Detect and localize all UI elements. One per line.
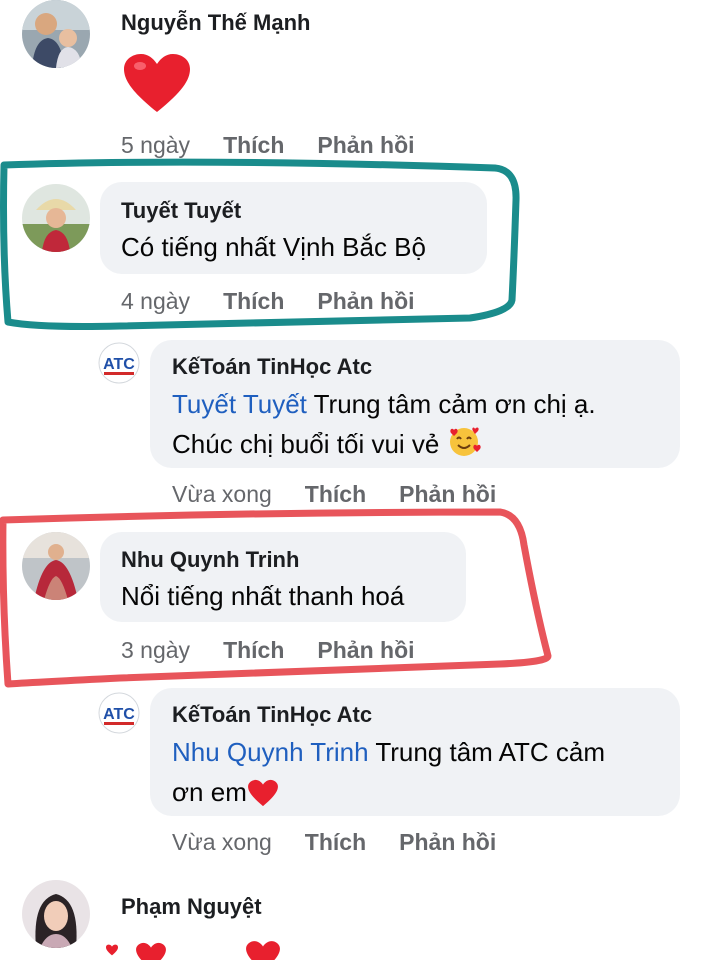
comment-author[interactable]: Nguyễn Thế Mạnh — [121, 10, 310, 36]
comment-author[interactable]: Nhu Quynh Trinh — [121, 547, 299, 573]
like-button[interactable]: Thích — [223, 288, 284, 314]
like-button[interactable]: Thích — [305, 829, 366, 855]
comment-time[interactable]: 5 ngày — [121, 132, 190, 158]
heart-icon — [136, 942, 166, 960]
atc-logo-icon: ATC — [98, 692, 140, 734]
comment-author[interactable]: Tuyết Tuyết — [121, 198, 241, 224]
comment-text: Nổi tiếng nhất thanh hoá — [121, 581, 405, 611]
heart-icon — [246, 941, 280, 960]
like-button[interactable]: Thích — [223, 132, 284, 158]
reply-button[interactable]: Phản hồi — [317, 288, 414, 314]
comment-time[interactable]: Vừa xong — [172, 481, 272, 507]
smiling-face-with-hearts-icon — [449, 427, 481, 456]
mention-link[interactable]: Nhu Quynh Trinh — [172, 737, 369, 767]
comment-bubble: Tuyết Tuyết Có tiếng nhất Vịnh Bắc Bộ — [100, 182, 487, 274]
reply-bubble: KếToán TinHọc Atc Tuyết Tuyết Trung tâm … — [150, 340, 680, 468]
comment-bubble: Nhu Quynh Trinh Nổi tiếng nhất thanh hoá — [100, 532, 466, 622]
reply-text-line1: Trung tâm ATC cảm — [368, 737, 606, 767]
heart-icon — [106, 944, 118, 956]
comment-time[interactable]: Vừa xong — [172, 829, 272, 855]
reply-button[interactable]: Phản hồi — [399, 829, 496, 855]
avatar[interactable] — [22, 880, 90, 948]
heart-reactions-row — [105, 940, 295, 960]
comment-actions: 5 ngày Thích Phản hồi — [121, 132, 415, 159]
comment-actions: Vừa xong Thích Phản hồi — [172, 481, 496, 508]
reply-button[interactable]: Phản hồi — [399, 481, 496, 507]
reply-button[interactable]: Phản hồi — [317, 637, 414, 663]
avatar-photo — [22, 532, 90, 600]
svg-text:ATC: ATC — [103, 706, 135, 723]
avatar[interactable] — [22, 532, 90, 600]
avatar[interactable] — [22, 184, 90, 252]
comment-actions: 3 ngày Thích Phản hồi — [121, 637, 415, 664]
avatar-photo — [22, 0, 90, 68]
reply-button[interactable]: Phản hồi — [317, 132, 414, 158]
comment-text: Tuyết Tuyết Trung tâm cảm ơn chị ạ. Chúc… — [172, 384, 672, 464]
reply-text-line2: Chúc chị buổi tối vui vẻ — [172, 429, 440, 459]
avatar[interactable] — [22, 0, 90, 68]
comment-author[interactable]: KếToán TinHọc Atc — [172, 354, 372, 380]
red-heart-icon — [247, 779, 278, 807]
svg-text:ATC: ATC — [103, 356, 135, 373]
reply-text-line2: ơn em — [172, 777, 247, 807]
page-logo-avatar[interactable]: ATC — [98, 342, 140, 384]
reply-bubble: KếToán TinHọc Atc Nhu Quynh Trinh Trung … — [150, 688, 680, 816]
page-logo-avatar[interactable]: ATC — [98, 692, 140, 734]
mention-link[interactable]: Tuyết Tuyết — [172, 389, 307, 419]
comment-actions: 4 ngày Thích Phản hồi — [121, 288, 415, 315]
comment-author[interactable]: KếToán TinHọc Atc — [172, 702, 372, 728]
comment-text: Nhu Quynh Trinh Trung tâm ATC cảm ơn em — [172, 732, 672, 812]
comment-actions: Vừa xong Thích Phản hồi — [172, 829, 496, 856]
comment-text: Có tiếng nhất Vịnh Bắc Bộ — [121, 232, 426, 262]
avatar-photo — [22, 184, 90, 252]
comment-time[interactable]: 4 ngày — [121, 288, 190, 314]
avatar-photo — [22, 880, 90, 948]
heart-icon — [124, 54, 190, 112]
like-button[interactable]: Thích — [305, 481, 366, 507]
comment-author[interactable]: Phạm Nguyệt — [121, 894, 262, 920]
reply-text-line1: Trung tâm cảm ơn chị ạ. — [306, 389, 596, 419]
like-button[interactable]: Thích — [223, 637, 284, 663]
atc-logo-icon: ATC — [98, 342, 140, 384]
comment-time[interactable]: 3 ngày — [121, 637, 190, 663]
